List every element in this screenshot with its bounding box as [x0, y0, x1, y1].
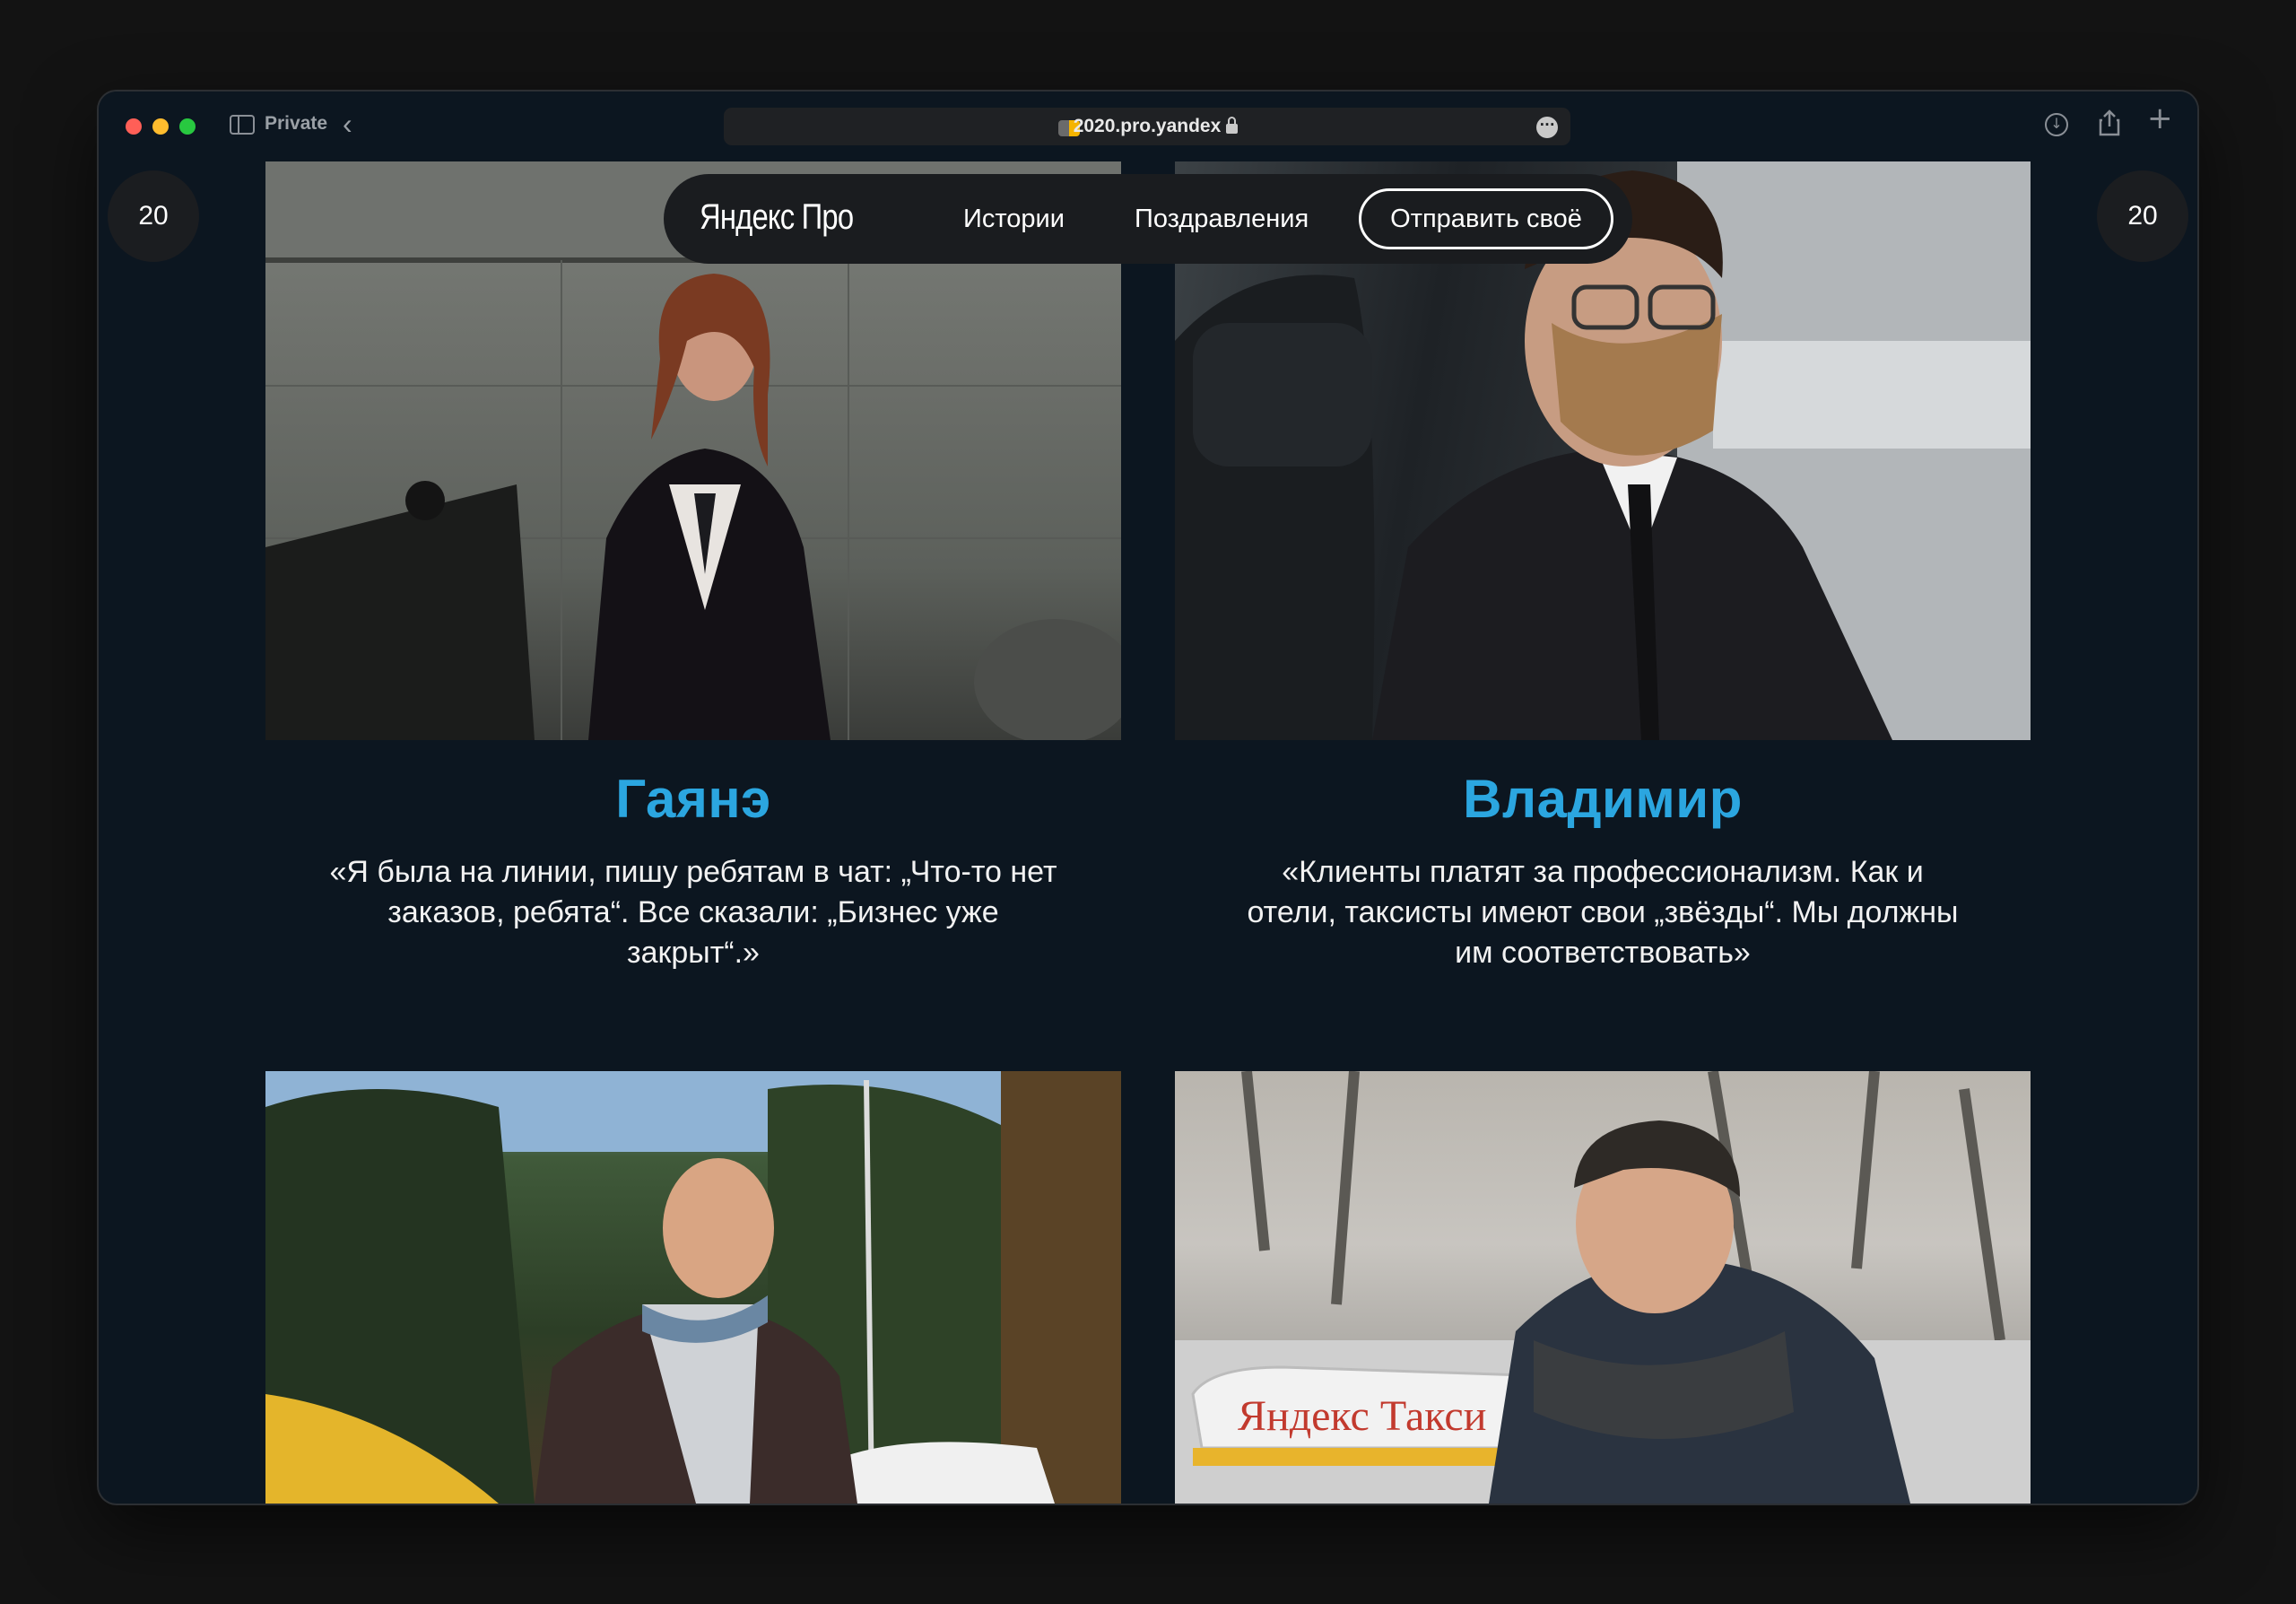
nav-link-congratulations[interactable]: Поздравления — [1135, 205, 1309, 234]
new-tab-icon[interactable]: + — [2147, 103, 2173, 134]
yandex-pro-logo[interactable]: Яндекс Про — [700, 197, 854, 238]
browser-toolbar: Private ‹ 2020.pro.yandex ··· ↓ + — [99, 92, 2197, 161]
browser-window: Private ‹ 2020.pro.yandex ··· ↓ + Яндекс… — [99, 92, 2197, 1504]
maximize-window-button[interactable] — [179, 118, 196, 135]
story-photo-3[interactable] — [265, 1071, 1121, 1504]
story-name-vladimir[interactable]: Владимир — [1175, 768, 2031, 830]
taxi-sign-text: Яндекс Такси — [1238, 1392, 1486, 1440]
story-quote-vladimir: «Клиенты платят за профессионализм. Как … — [1247, 855, 1959, 970]
counter-right-badge[interactable]: 20 — [2097, 170, 2188, 262]
page-content: Яндекс Такси Гаянэ «Я была на линии, пиш… — [99, 161, 2197, 1504]
private-mode-label: Private — [265, 113, 328, 134]
story-photo-4[interactable]: Яндекс Такси — [1175, 1071, 2031, 1504]
site-navbar: Яндекс Про Истории Поздравления Отправит… — [664, 174, 1632, 264]
minimize-window-button[interactable] — [152, 118, 169, 135]
send-yours-button[interactable]: Отправить своё — [1359, 188, 1613, 249]
url-text: 2020.pro.yandex — [1073, 116, 1222, 136]
share-icon[interactable] — [2099, 109, 2120, 141]
address-bar[interactable]: 2020.pro.yandex ··· — [724, 108, 1570, 145]
story-quote-gayane: «Я была на линии, пишу ребятам в чат: „Ч… — [329, 855, 1057, 970]
counter-left-badge[interactable]: 20 — [108, 170, 199, 262]
lock-icon — [1226, 117, 1238, 134]
nav-link-stories[interactable]: Истории — [963, 205, 1065, 234]
sidebar-toggle-icon[interactable] — [230, 115, 255, 135]
download-icon[interactable]: ↓ — [2045, 113, 2068, 136]
more-options-icon[interactable]: ··· — [1536, 117, 1558, 138]
close-window-button[interactable] — [126, 118, 142, 135]
back-button[interactable]: ‹ — [343, 108, 352, 141]
story-name-gayane[interactable]: Гаянэ — [265, 768, 1121, 830]
